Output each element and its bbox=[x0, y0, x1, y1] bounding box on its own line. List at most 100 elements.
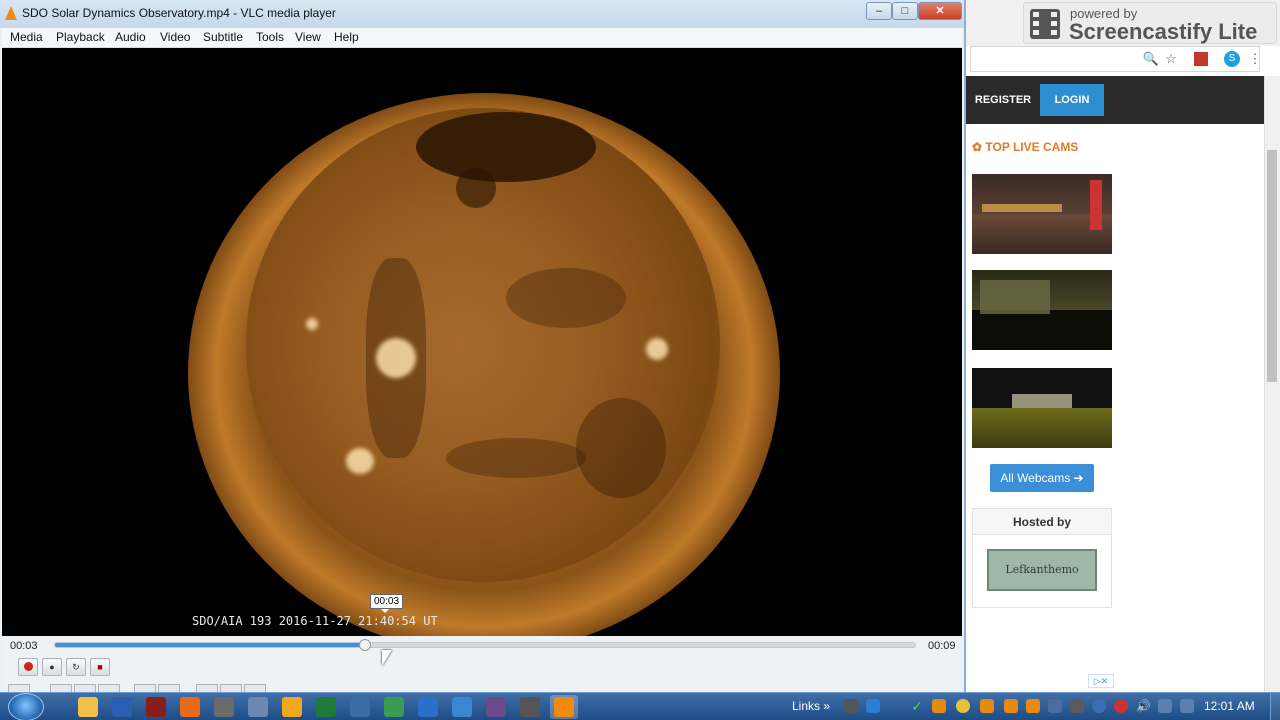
taskbar-network-icon[interactable] bbox=[350, 697, 370, 717]
search-icon[interactable]: 🔍 bbox=[1142, 50, 1160, 68]
play-button[interactable] bbox=[8, 684, 30, 692]
register-link[interactable]: REGISTER bbox=[970, 84, 1036, 116]
skype-extension-icon[interactable]: S bbox=[1224, 51, 1240, 67]
menu-help[interactable]: Help bbox=[334, 30, 359, 44]
frame-step-button[interactable]: ■ bbox=[90, 658, 110, 676]
vlc-window: SDO Solar Dynamics Observatory.mp4 - VLC… bbox=[0, 0, 966, 692]
menu-tools[interactable]: Tools bbox=[256, 30, 284, 44]
webcam-thumbnail-las-vegas[interactable] bbox=[972, 174, 1112, 254]
menu-media[interactable]: Media bbox=[10, 30, 43, 44]
links-toolbar[interactable]: Links » bbox=[792, 699, 830, 713]
adchoices-badge[interactable]: ▷✕ bbox=[1088, 674, 1114, 688]
taskbar-excel-icon[interactable] bbox=[316, 697, 336, 717]
seek-handle[interactable] bbox=[359, 639, 371, 651]
tray-vlc4-icon[interactable] bbox=[1026, 699, 1040, 713]
tray-flag-icon[interactable] bbox=[1158, 699, 1172, 713]
menu-view[interactable]: View bbox=[295, 30, 321, 44]
taskbar-app2-icon[interactable] bbox=[418, 697, 438, 717]
taskbar-clipboard-icon[interactable] bbox=[214, 697, 234, 717]
taskbar-app4-icon[interactable] bbox=[520, 697, 540, 717]
stop-button[interactable] bbox=[74, 684, 96, 692]
tray-globe-icon[interactable] bbox=[1092, 699, 1106, 713]
taskbar-explorer-icon[interactable] bbox=[78, 697, 98, 717]
total-duration: 00:09 bbox=[928, 640, 956, 652]
maximize-button[interactable]: □ bbox=[892, 2, 918, 20]
taskbar-firefox-icon[interactable] bbox=[180, 697, 200, 717]
taskbar-word-icon[interactable] bbox=[112, 697, 132, 717]
tray-keyboard-icon[interactable] bbox=[844, 699, 858, 713]
playlist-button[interactable] bbox=[196, 684, 218, 692]
all-webcams-button[interactable]: All Webcams ➔ bbox=[990, 464, 1094, 492]
taskbar-vlc-icon[interactable] bbox=[554, 697, 574, 717]
video-timestamp-overlay: SDO/AIA 193 2016-11-27 21:40:54 UT bbox=[192, 614, 438, 628]
minimize-button[interactable]: – bbox=[866, 2, 892, 20]
system-clock[interactable]: 12:01 AM bbox=[1204, 699, 1255, 713]
links-label: Links bbox=[792, 699, 821, 713]
extension-red-icon[interactable] bbox=[1194, 52, 1208, 66]
scrollbar-thumb[interactable] bbox=[1267, 150, 1277, 382]
top-live-cams-heading: ✿ TOP LIVE CAMS bbox=[972, 140, 1078, 154]
fullscreen-button[interactable] bbox=[134, 684, 156, 692]
record-button[interactable] bbox=[18, 658, 38, 676]
taskbar-chrome-icon[interactable] bbox=[384, 697, 404, 717]
solar-disk bbox=[246, 108, 720, 582]
tray-shield-icon[interactable] bbox=[866, 699, 880, 713]
fire-icon: ✿ bbox=[972, 140, 983, 154]
video-area[interactable]: 00:03 SDO/AIA 193 2016-11-27 21:40:54 UT bbox=[2, 48, 962, 636]
menu-video[interactable]: Video bbox=[160, 30, 190, 44]
show-desktop-button[interactable] bbox=[1270, 693, 1280, 720]
menu-playback[interactable]: Playback bbox=[56, 30, 105, 44]
start-button[interactable] bbox=[8, 693, 44, 720]
tray-monitor-icon[interactable] bbox=[1180, 699, 1194, 713]
tray-red-icon[interactable] bbox=[1114, 699, 1128, 713]
extended-settings-button[interactable] bbox=[158, 684, 180, 692]
tray-vlc-icon[interactable] bbox=[932, 699, 946, 713]
taskbar-monitor-icon[interactable] bbox=[248, 697, 268, 717]
screencastify-watermark: powered by Screencastify Lite bbox=[1023, 2, 1277, 44]
address-bar[interactable] bbox=[970, 46, 1260, 72]
vlc-cone-icon bbox=[5, 6, 17, 20]
volume-icon[interactable]: 🔊 bbox=[1136, 699, 1151, 713]
taskbar-app3-icon[interactable] bbox=[486, 697, 506, 717]
menu-subtitle[interactable]: Subtitle bbox=[203, 30, 243, 44]
film-strip-icon bbox=[1030, 9, 1060, 39]
window-title: SDO Solar Dynamics Observatory.mp4 - VLC… bbox=[22, 6, 336, 20]
windows-taskbar: Links » ✓ 🔊 12:01 AM bbox=[0, 692, 1280, 720]
tray-vlc3-icon[interactable] bbox=[1004, 699, 1018, 713]
loop-ab-button[interactable]: ↻ bbox=[66, 658, 86, 676]
seek-bar[interactable] bbox=[54, 639, 916, 651]
mouse-cursor bbox=[382, 650, 392, 666]
browser-menu-icon[interactable]: ⋮ bbox=[1246, 50, 1264, 68]
tray-app-icon[interactable] bbox=[1070, 699, 1084, 713]
tray-vlc2-icon[interactable] bbox=[980, 699, 994, 713]
camera-icon: ● bbox=[49, 662, 55, 672]
hosted-by-heading: Hosted by bbox=[973, 509, 1111, 535]
record-icon bbox=[23, 662, 33, 671]
taskbar-ie-icon[interactable] bbox=[452, 697, 472, 717]
frame-step-icon: ■ bbox=[97, 662, 103, 672]
login-button[interactable]: LOGIN bbox=[1040, 84, 1104, 116]
playback-controls: 00:03 00:09 ● ↻ ■ bbox=[2, 636, 962, 692]
previous-button[interactable] bbox=[50, 684, 72, 692]
taskbar-outlook-icon[interactable] bbox=[282, 697, 302, 717]
webcam-thumbnail-venice[interactable] bbox=[972, 270, 1112, 350]
browser-window: 🔍 ☆ S ⋮ REGISTER LOGIN ✿ TOP LIVE CAMS A… bbox=[966, 0, 1280, 692]
hosted-by-panel: Hosted by Lefkanthemo bbox=[972, 508, 1112, 608]
tray-check-icon[interactable]: ✓ bbox=[910, 699, 924, 713]
webcam-thumbnail-square[interactable] bbox=[972, 368, 1112, 448]
seek-progress-fill bbox=[55, 643, 365, 647]
tray-network-icon[interactable] bbox=[1048, 699, 1062, 713]
menu-audio[interactable]: Audio bbox=[115, 30, 146, 44]
next-button[interactable] bbox=[98, 684, 120, 692]
snapshot-button[interactable]: ● bbox=[42, 658, 62, 676]
sponsor-logo[interactable]: Lefkanthemo bbox=[987, 549, 1097, 591]
loop-icon: ↻ bbox=[72, 662, 80, 672]
close-button[interactable]: ✕ bbox=[918, 2, 962, 20]
tray-smiley-icon[interactable] bbox=[956, 699, 970, 713]
taskbar-app-icon[interactable] bbox=[146, 697, 166, 717]
vlc-title-bar[interactable]: SDO Solar Dynamics Observatory.mp4 - VLC… bbox=[0, 0, 964, 28]
loop-button[interactable] bbox=[220, 684, 242, 692]
seek-tooltip: 00:03 bbox=[370, 594, 404, 613]
shuffle-button[interactable] bbox=[244, 684, 266, 692]
bookmark-star-icon[interactable]: ☆ bbox=[1162, 50, 1180, 68]
